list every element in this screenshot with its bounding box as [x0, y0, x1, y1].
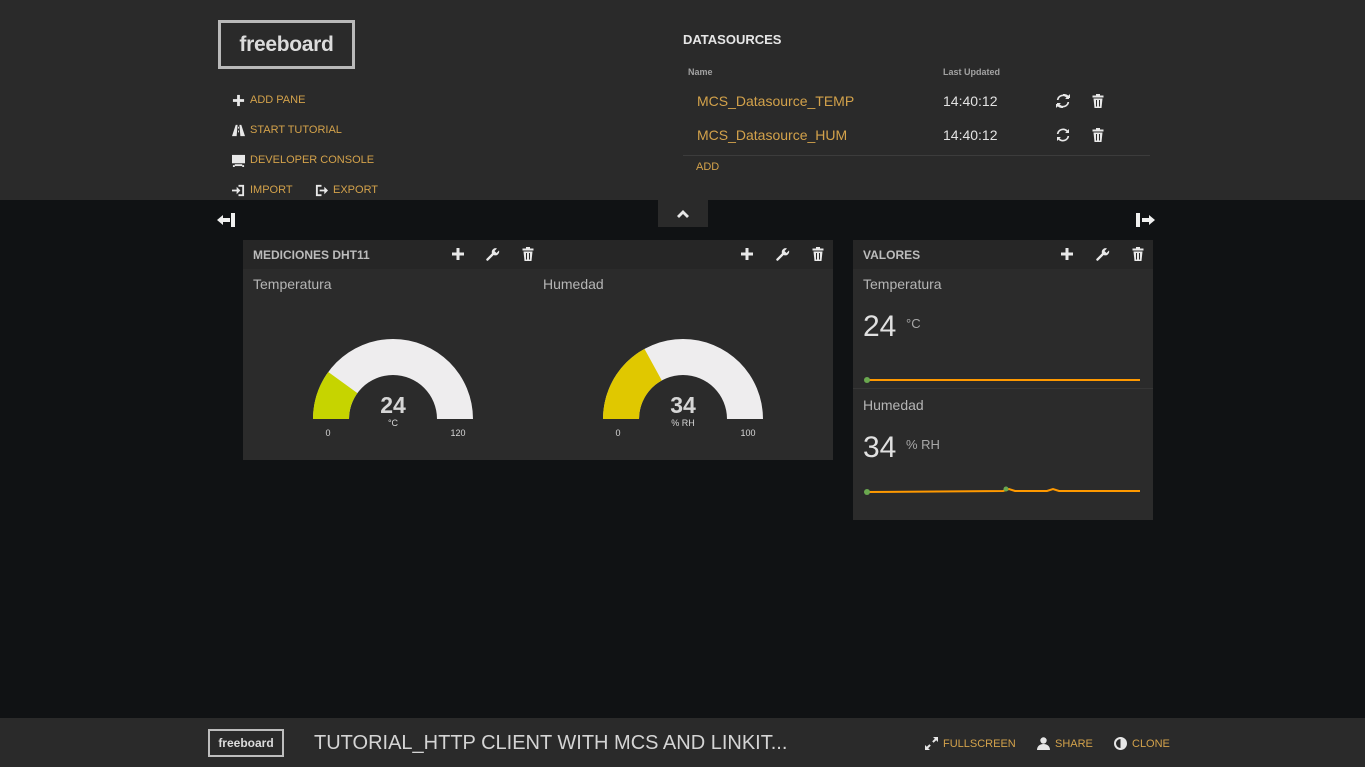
datasource-name-temp[interactable]: MCS_Datasource_TEMP: [697, 93, 854, 109]
import-label: IMPORT: [250, 184, 293, 196]
share-label: SHARE: [1055, 737, 1093, 750]
fullscreen-button[interactable]: FULLSCREEN: [925, 737, 1016, 750]
text-widget-units-temperatura: °C: [906, 316, 921, 331]
fullscreen-label: FULLSCREEN: [943, 737, 1016, 750]
chevron-up-icon: [677, 209, 689, 218]
gauge-min: 0: [325, 428, 330, 438]
grow-columns-button[interactable]: [1135, 212, 1155, 228]
wrench-icon[interactable]: [776, 247, 790, 261]
plus-icon[interactable]: [740, 247, 754, 261]
wrench-icon[interactable]: [1096, 247, 1110, 261]
refresh-icon[interactable]: [1056, 128, 1070, 142]
trash-icon[interactable]: [1091, 94, 1105, 108]
clone-label: CLONE: [1132, 737, 1170, 750]
share-button[interactable]: SHARE: [1037, 737, 1093, 750]
gauge-title-humedad: Humedad: [543, 276, 604, 292]
gauge-units: % RH: [671, 418, 695, 428]
add-pane-label: ADD PANE: [250, 94, 306, 106]
pane-valores: VALORES Temperatura 24 °C Humedad 34 % R…: [853, 240, 1153, 520]
footer: freeboard TUTORIAL_HTTP CLIENT WITH MCS …: [0, 718, 1365, 767]
gauge-humedad: 34 % RH 0 100: [603, 339, 763, 438]
text-widget-title-temperatura: Temperatura: [863, 276, 942, 292]
trash-icon[interactable]: [1131, 247, 1145, 261]
datasource-name-hum[interactable]: MCS_Datasource_HUM: [697, 127, 847, 143]
pane-header: VALORES: [853, 240, 1153, 269]
plus-icon: [231, 93, 245, 107]
trash-icon[interactable]: [811, 247, 825, 261]
monitor-icon: [231, 153, 245, 167]
freeboard-logo: freeboard: [218, 20, 355, 69]
trash-icon[interactable]: [521, 247, 535, 261]
collapse-header-button[interactable]: [658, 200, 708, 227]
developer-console-label: DEVELOPER CONSOLE: [250, 154, 375, 166]
pane-mediciones: MEDICIONES DHT11 Temperatura 24 °C 0 120…: [243, 240, 833, 460]
widget-separator: [853, 388, 1153, 389]
road-icon: [231, 123, 245, 137]
gauge-value: 24: [380, 392, 406, 418]
text-widget-units-humedad: % RH: [906, 437, 940, 452]
datasource-updated-temp: 14:40:12: [943, 93, 998, 109]
gauge-temperatura: 24 °C 0 120: [313, 339, 473, 438]
text-widget-value-temperatura: 24: [863, 310, 897, 343]
refresh-icon[interactable]: [1056, 93, 1070, 109]
sparkline-dot: [864, 377, 870, 383]
sparkline-dot: [864, 489, 870, 495]
start-tutorial-button[interactable]: START TUTORIAL: [231, 123, 342, 137]
clone-button[interactable]: CLONE: [1114, 737, 1170, 750]
datasources-divider: [683, 155, 1150, 156]
datasource-updated-hum: 14:40:12: [943, 127, 998, 143]
sparkline-temperatura: [864, 377, 1140, 383]
sparkline-line: [865, 487, 1140, 493]
export-label: EXPORT: [333, 184, 379, 196]
datasources-col-updated: Last Updated: [943, 67, 1001, 77]
shrink-columns-button[interactable]: [217, 212, 237, 228]
add-datasource-button[interactable]: ADD: [696, 161, 719, 173]
developer-console-button[interactable]: DEVELOPER CONSOLE: [231, 153, 374, 167]
trash-icon[interactable]: [1091, 128, 1105, 142]
datasources-col-name: Name: [688, 67, 713, 77]
plus-icon[interactable]: [451, 247, 465, 261]
pane-header: MEDICIONES DHT11: [243, 240, 833, 269]
dashboard-title[interactable]: TUTORIAL_HTTP CLIENT WITH MCS AND LINKIT…: [314, 732, 787, 755]
datasources-title: DATASOURCES: [683, 32, 782, 47]
user-icon: [1037, 737, 1050, 750]
gauge-max: 120: [450, 428, 465, 438]
gauge-value: 34: [670, 392, 696, 418]
sparkline-dot: [1003, 486, 1009, 492]
arrow-right-bar-icon: [1136, 213, 1155, 227]
wrench-icon[interactable]: [486, 247, 500, 261]
gauge-max: 100: [740, 428, 755, 438]
gauge-units: °C: [388, 418, 399, 428]
header: freeboard ADD PANE START TUTORIAL DEVELO…: [0, 0, 1365, 200]
gauge-min: 0: [615, 428, 620, 438]
import-icon: [231, 183, 245, 197]
add-pane-button[interactable]: ADD PANE: [231, 93, 305, 107]
fullscreen-icon: [925, 737, 938, 750]
start-tutorial-label: START TUTORIAL: [250, 124, 342, 136]
import-button[interactable]: IMPORT: [231, 183, 293, 197]
pane-title: MEDICIONES DHT11: [253, 248, 370, 262]
plus-icon[interactable]: [1060, 247, 1074, 261]
footer-logo: freeboard: [208, 729, 284, 757]
export-button[interactable]: EXPORT: [314, 183, 378, 197]
contrast-icon: [1114, 737, 1127, 750]
text-widget-value-humedad: 34: [863, 431, 897, 464]
gauge-title-temperatura: Temperatura: [253, 276, 332, 292]
sparkline-humedad: [864, 486, 1140, 495]
text-widget-title-humedad: Humedad: [863, 397, 924, 413]
arrow-left-bar-icon: [217, 213, 235, 227]
export-icon: [314, 183, 328, 197]
pane-title: VALORES: [863, 248, 921, 262]
